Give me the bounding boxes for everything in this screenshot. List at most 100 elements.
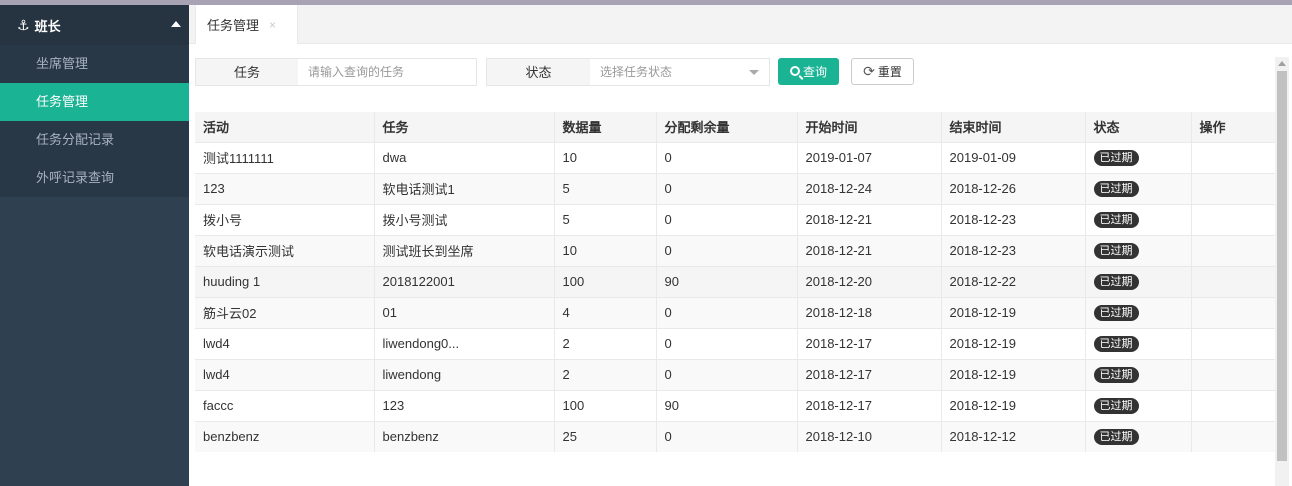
table-cell: 2019-01-09 <box>941 141 1086 173</box>
table-cell <box>1191 358 1276 390</box>
search-row: 任务 请输入查询的任务 状态 选择任务状态 查询 ⟳ 重置 <box>189 58 1289 86</box>
column-header[interactable]: 状态 <box>1085 112 1192 143</box>
column-header[interactable]: 数据量 <box>554 112 657 143</box>
table-cell: 2018122001 <box>374 265 555 297</box>
table-cell: 2018-12-22 <box>941 265 1086 297</box>
column-header[interactable]: 分配剩余量 <box>656 112 798 143</box>
table-cell <box>1191 389 1276 421</box>
column-header[interactable]: 任务 <box>374 112 555 143</box>
table-cell: 100 <box>554 389 657 421</box>
scroll-thumb[interactable] <box>1277 71 1287 461</box>
query-button-label: 查询 <box>802 65 827 79</box>
table-row[interactable]: 拨小号 拨小号测试 5 0 2018-12-21 2018-12-23 已过期 <box>195 203 1276 235</box>
table-cell: benzbenz <box>195 420 375 452</box>
search-icon <box>789 65 800 76</box>
task-table: 活动 任务 数据量 分配剩余量 开始时间 结束时间 状态 操作 测试1111111 dwa 10 0… <box>195 112 1276 452</box>
reset-button[interactable]: ⟳ 重置 <box>851 58 914 85</box>
table-row[interactable]: lwd4 liwendong 2 0 2018-12-17 2018-12-19 已过期 <box>195 358 1276 390</box>
table-cell <box>1191 172 1276 204</box>
table-cell: 90 <box>656 265 798 297</box>
table-cell: 2018-12-17 <box>797 327 942 359</box>
tab-label: 任务管理 <box>207 18 260 33</box>
table-cell: 已过期 <box>1085 420 1192 452</box>
sidebar-item-3[interactable]: 外呼记录查询 <box>0 159 189 197</box>
table-cell: lwd4 <box>195 327 375 359</box>
table-cell: 已过期 <box>1085 234 1192 266</box>
table-cell: 软电话演示测试 <box>195 234 375 266</box>
table-cell: dwa <box>374 141 555 173</box>
table-cell: 10 <box>554 234 657 266</box>
table-cell: 0 <box>656 327 798 359</box>
table-cell: 25 <box>554 420 657 452</box>
table-cell: 0 <box>656 203 798 235</box>
table-cell: 2018-12-19 <box>941 296 1086 328</box>
sidebar-header[interactable]: ⚓ 班长 <box>0 5 189 45</box>
table-cell: 筋斗云02 <box>195 296 375 328</box>
table-cell: 01 <box>374 296 555 328</box>
table-cell: 0 <box>656 358 798 390</box>
table-cell: 2018-12-12 <box>941 420 1086 452</box>
scroll-up-icon[interactable] <box>1278 61 1286 66</box>
sidebar: ⚓ 班长 坐席管理 任务管理 任务分配记录 外呼记录查询 <box>0 5 189 486</box>
scrollbar[interactable] <box>1275 57 1289 486</box>
tab-bar: 任务管理 × <box>189 5 1292 44</box>
table-cell: huuding 1 <box>195 265 375 297</box>
status-badge: 已过期 <box>1093 181 1139 197</box>
task-table-wrapper: 活动 任务 数据量 分配剩余量 开始时间 结束时间 状态 操作 测试1111111 dwa 10 0… <box>195 112 1276 452</box>
table-cell: 已过期 <box>1085 265 1192 297</box>
table-cell: 2018-12-23 <box>941 234 1086 266</box>
table-cell: 2018-12-19 <box>941 327 1086 359</box>
table-cell: 已过期 <box>1085 203 1192 235</box>
table-cell: 2018-12-26 <box>941 172 1086 204</box>
table-row[interactable]: faccc 123 100 90 2018-12-17 2018-12-19 已过期 <box>195 389 1276 421</box>
sidebar-item-2[interactable]: 任务分配记录 <box>0 121 189 159</box>
table-cell: 0 <box>656 234 798 266</box>
table-cell: liwendong0... <box>374 327 555 359</box>
column-header[interactable]: 操作 <box>1191 112 1276 143</box>
column-header[interactable]: 结束时间 <box>941 112 1086 143</box>
query-button[interactable]: 查询 <box>778 58 839 85</box>
table-cell: 2018-12-17 <box>797 358 942 390</box>
table-cell: 0 <box>656 172 798 204</box>
table-cell: 已过期 <box>1085 358 1192 390</box>
task-search-input[interactable]: 请输入查询的任务 <box>298 58 477 86</box>
status-select[interactable]: 选择任务状态 <box>590 58 770 86</box>
table-row[interactable]: huuding 1 2018122001 100 90 2018-12-20 2018-1… <box>195 265 1276 297</box>
table-cell: 2018-12-20 <box>797 265 942 297</box>
reset-button-label: 重置 <box>877 65 902 79</box>
sidebar-item-0[interactable]: 坐席管理 <box>0 45 189 83</box>
table-cell: 2018-12-10 <box>797 420 942 452</box>
table-row[interactable]: 软电话演示测试 测试班长到坐席 10 0 2018-12-21 2018-12-23 已过期 <box>195 234 1276 266</box>
table-row[interactable]: benzbenz benzbenz 25 0 2018-12-10 2018-12-12 已… <box>195 420 1276 452</box>
table-cell: 0 <box>656 141 798 173</box>
chevron-down-icon <box>749 70 759 75</box>
table-cell: 2018-12-23 <box>941 203 1086 235</box>
main-content: 任务管理 × 任务 请输入查询的任务 状态 选择任务状态 查询 ⟳ 重置 活动任… <box>189 5 1292 486</box>
tab-task-management[interactable]: 任务管理 × <box>195 5 298 44</box>
status-badge: 已过期 <box>1093 398 1139 414</box>
column-header[interactable]: 开始时间 <box>797 112 942 143</box>
table-cell: 拨小号测试 <box>374 203 555 235</box>
table-header-row: 活动 任务 数据量 分配剩余量 开始时间 结束时间 状态 操作 <box>195 112 1276 143</box>
close-icon[interactable]: × <box>269 18 276 32</box>
table-cell <box>1191 265 1276 297</box>
status-badge: 已过期 <box>1093 243 1139 259</box>
table-row[interactable]: 123 软电话测试1 5 0 2018-12-24 2018-12-26 已过期 <box>195 172 1276 204</box>
table-cell: 0 <box>656 420 798 452</box>
table-cell: 测试1111111 <box>195 141 375 173</box>
table-cell: 已过期 <box>1085 172 1192 204</box>
table-cell: 10 <box>554 141 657 173</box>
table-cell <box>1191 296 1276 328</box>
status-badge: 已过期 <box>1093 429 1139 446</box>
table-row[interactable]: 筋斗云02 01 4 0 2018-12-18 2018-12-19 已过期 <box>195 296 1276 328</box>
column-header[interactable]: 活动 <box>195 112 375 143</box>
sidebar-header-label: 班长 <box>34 18 61 34</box>
table-cell: 90 <box>656 389 798 421</box>
sidebar-item-1[interactable]: 任务管理 <box>0 83 189 121</box>
table-row[interactable]: lwd4 liwendong0... 2 0 2018-12-17 2018-12-19 已… <box>195 327 1276 359</box>
table-cell <box>1191 141 1276 173</box>
table-row[interactable]: 测试1111111 dwa 10 0 2019-01-07 2019-01-09 已过期 <box>195 141 1276 173</box>
table-cell: 4 <box>554 296 657 328</box>
table-cell <box>1191 203 1276 235</box>
status-label: 状态 <box>486 58 591 86</box>
